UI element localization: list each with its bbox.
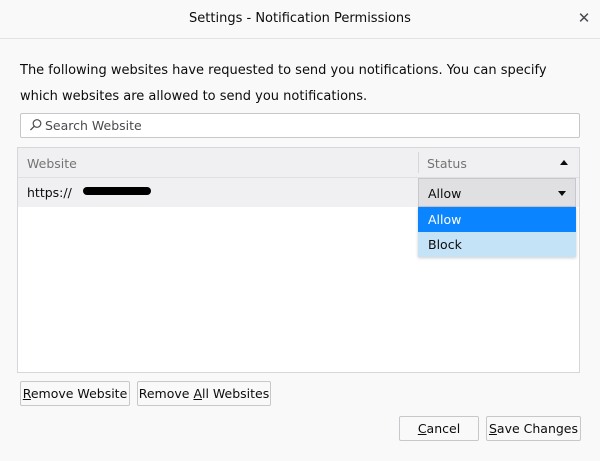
website-permissions-table: Website Status https:// Allow [17, 147, 580, 373]
cancel-button[interactable]: Cancel [399, 416, 479, 441]
table-header: Website Status [18, 148, 579, 178]
button-label-end: ll Websites [202, 386, 270, 401]
button-label-start: Remove [138, 386, 194, 401]
button-label: ancel [426, 421, 461, 436]
row-website-url: https:// [27, 185, 72, 200]
description-text: The following websites have requested to… [20, 63, 547, 104]
notification-permissions-dialog: Settings - Notification Permissions ✕ Th… [0, 0, 600, 461]
table-row[interactable]: https:// Allow [18, 178, 579, 207]
button-label: ave Changes [496, 421, 579, 436]
redacted-text [83, 187, 151, 195]
access-key: C [417, 421, 427, 436]
sort-ascending-icon [560, 160, 568, 165]
status-select-value: Allow [428, 186, 462, 201]
column-divider[interactable] [418, 152, 419, 173]
dropdown-option-block[interactable]: Block [418, 232, 576, 257]
chevron-down-icon [558, 191, 566, 196]
column-header-website[interactable]: Website [27, 156, 77, 171]
search-icon [30, 119, 42, 131]
search-box[interactable] [20, 113, 580, 138]
access-key: S [488, 421, 497, 436]
remove-all-websites-button[interactable]: Remove All Websites [137, 381, 271, 406]
search-input[interactable] [45, 114, 575, 137]
column-header-status[interactable]: Status [427, 156, 467, 171]
status-dropdown-menu: Allow Block [418, 207, 576, 257]
remove-website-button[interactable]: Remove Website [20, 381, 130, 406]
access-key: A [193, 386, 202, 401]
window-title: Settings - Notification Permissions [189, 11, 411, 26]
save-changes-button[interactable]: Save Changes [486, 416, 581, 441]
status-select[interactable]: Allow [418, 178, 576, 207]
close-icon[interactable]: ✕ [574, 8, 594, 28]
title-bar: Settings - Notification Permissions ✕ [0, 0, 600, 39]
button-label: emove Website [30, 386, 128, 401]
dropdown-option-allow[interactable]: Allow [418, 207, 576, 232]
access-key: R [22, 386, 31, 401]
